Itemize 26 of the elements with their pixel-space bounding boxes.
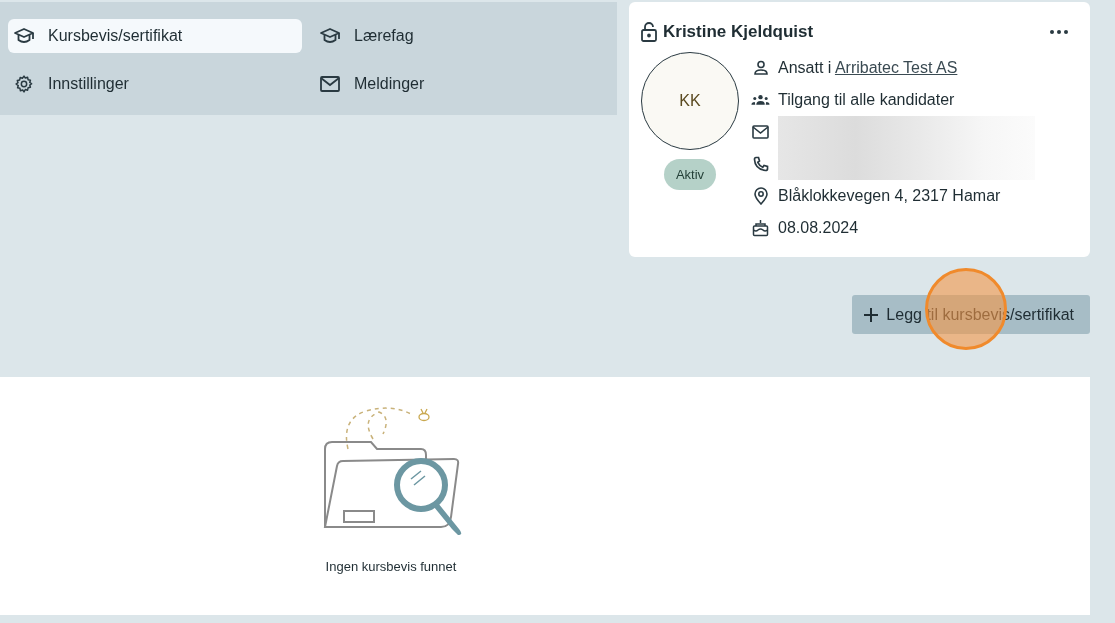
nav-item[interactable]: Meldinger: [314, 67, 608, 101]
plus-icon: [864, 307, 879, 322]
nav-item[interactable]: Kursbevis/sertifikat: [8, 19, 302, 53]
lock-icon: [641, 22, 657, 42]
address-text: Blåklokkevegen 4, 2317 Hamar: [778, 187, 1001, 205]
more-icon: [1050, 30, 1068, 34]
status-tag: Aktiv: [663, 159, 717, 190]
avatar: KK: [641, 52, 739, 150]
nav-item[interactable]: Innstillinger: [8, 67, 302, 101]
empty-message: Ingen kursbevis funnet: [325, 559, 457, 574]
person-icon: [752, 60, 769, 76]
person-name: Kristine Kjeldquist: [663, 22, 815, 42]
cake-icon: [752, 219, 769, 237]
settings-icon: [14, 74, 34, 94]
group-icon: [751, 93, 770, 107]
envelope-icon: [752, 125, 769, 139]
phone-icon: [752, 156, 769, 172]
location-pin-icon: [753, 187, 768, 205]
nav-item[interactable]: Lærefag: [314, 19, 608, 53]
graduation-cap-icon: [320, 27, 340, 45]
employer-text: Ansatt i Arribatec Test AS: [778, 59, 958, 77]
access-text: Tilgang til alle kandidater: [778, 91, 955, 109]
envelope-icon: [320, 76, 340, 92]
graduation-cap-icon: [14, 27, 34, 45]
employer-link[interactable]: Arribatec Test AS: [834, 59, 958, 76]
birthday-text: 08.08.2024: [778, 219, 859, 237]
